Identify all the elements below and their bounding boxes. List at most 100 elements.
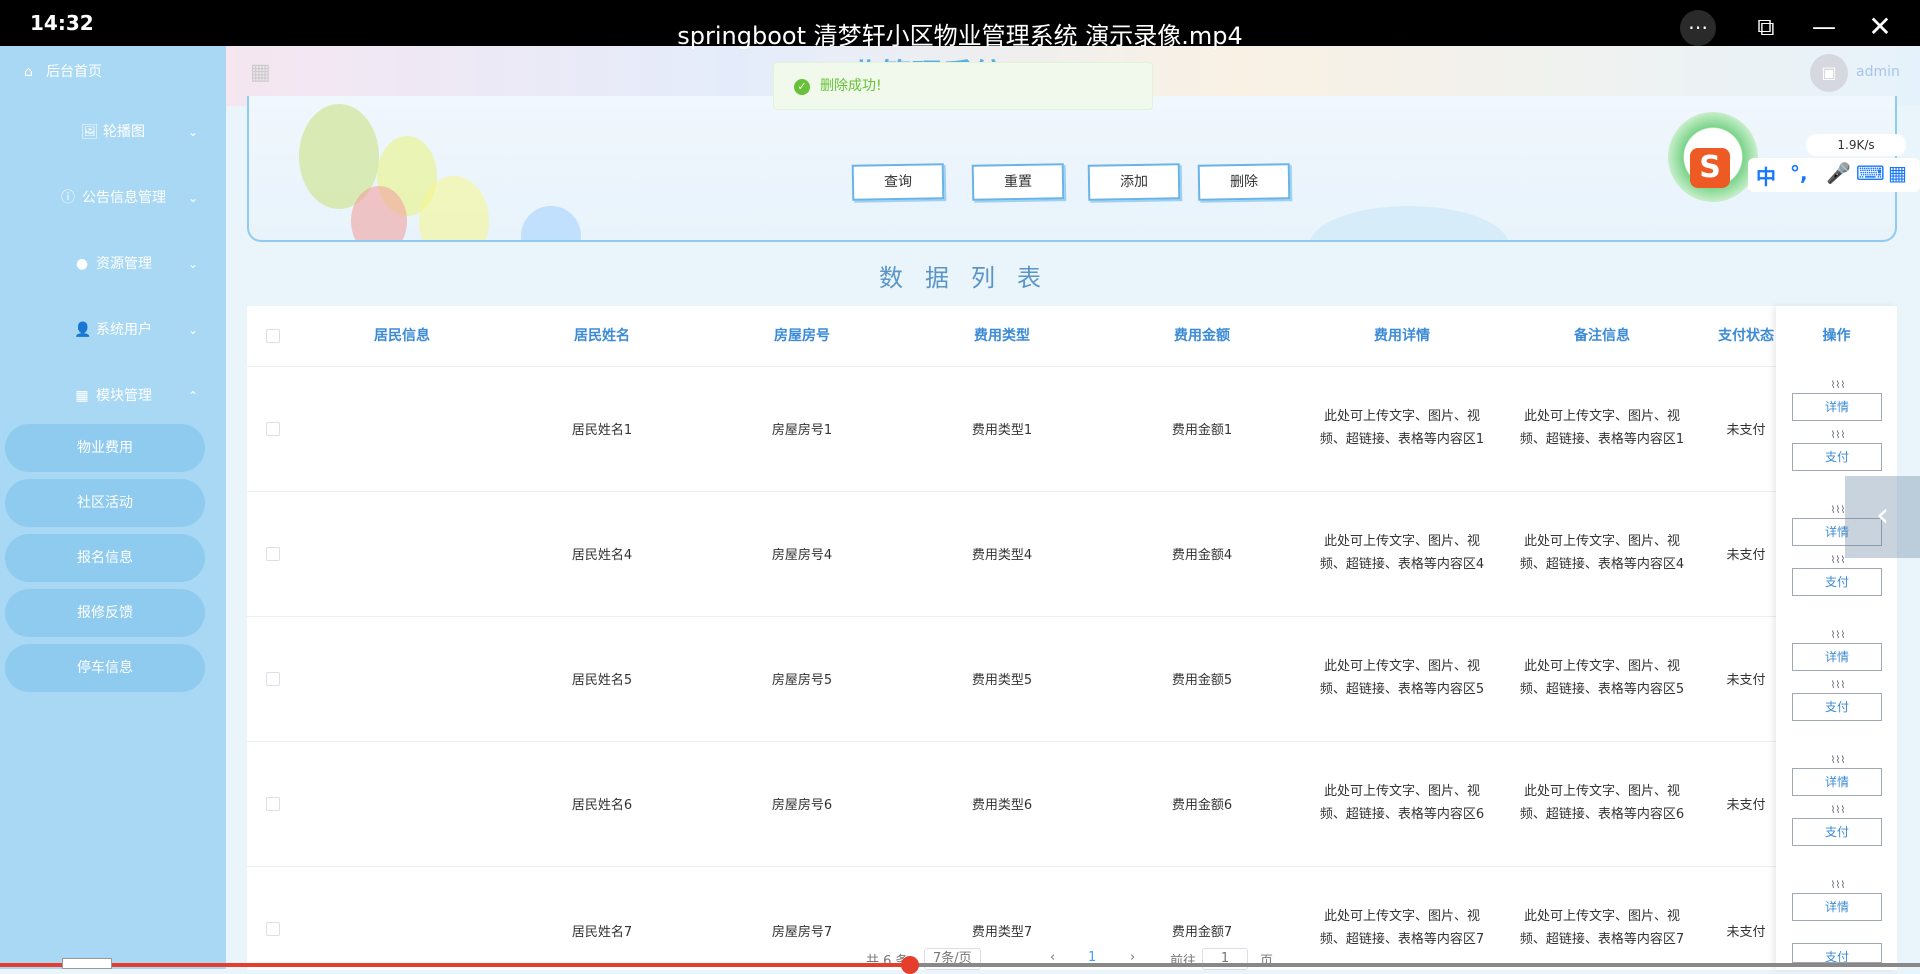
fee-amount-cell: 费用金额5 — [1171, 673, 1233, 688]
row-divider — [247, 616, 1897, 617]
player-titlebar: 14:32 springboot 清梦轩小区物业管理系统 演示录像.mp4 ⋯ … — [0, 0, 1920, 50]
column-header: 费用金额 — [1174, 328, 1230, 344]
resident-name-cell: 居民姓名7 — [571, 925, 633, 940]
column-header: 操作 — [1822, 328, 1851, 344]
admin-username[interactable]: admin — [1856, 64, 1900, 80]
chevron-down-icon: ⌄ — [187, 191, 198, 205]
sidebar-subitem-parking[interactable]: 停车信息 — [5, 644, 205, 692]
keyboard-icon[interactable]: ⌨ — [1856, 161, 1885, 185]
sidebar-subitem-repair-feedback[interactable]: 报修反馈 — [5, 589, 205, 637]
fee-type-cell: 费用类型1 — [971, 423, 1033, 438]
sidebar-item-carousel[interactable]: 🖼 轮播图 ⌄ — [0, 112, 226, 152]
sidebar: ⌂ 后台首页 🖼 轮播图 ⌄ ⓘ 公告信息管理 ⌄ ● 资源管理 ⌄ 👤 系统用户 ⌄ ▦ 模块管理… — [0, 46, 226, 969]
row-divider — [247, 366, 1897, 367]
sidebar-item-notices[interactable]: ⓘ 公告信息管理 ⌄ — [0, 178, 226, 218]
row-checkbox[interactable] — [266, 547, 280, 561]
query-button[interactable]: 查询 — [851, 163, 945, 201]
ime-punctuation[interactable]: °, — [1790, 161, 1808, 185]
balloon-decoration — [521, 206, 581, 240]
sogou-logo-icon[interactable]: S — [1690, 148, 1730, 188]
picture-in-picture-icon[interactable]: ⧉ — [1748, 10, 1784, 46]
column-header: 房屋房号 — [774, 328, 830, 344]
room-number-cell: 房屋房号1 — [771, 423, 833, 438]
row-checkbox[interactable] — [266, 922, 280, 936]
pay-button[interactable]: 支付 — [1792, 818, 1882, 846]
pay-button[interactable]: 支付 — [1792, 693, 1882, 721]
video-progress-fill — [0, 963, 910, 967]
chevron-up-icon: ⌃ — [187, 389, 198, 403]
fee-detail-cell: 此处可上传文字、图片、视 频、超链接、表格等内容区4 — [1319, 534, 1485, 572]
sidebar-subitem-community-events[interactable]: 社区活动 — [5, 479, 205, 527]
check-circle-icon: ✓ — [794, 79, 810, 95]
video-progress-handle[interactable] — [901, 956, 919, 974]
success-toast: ✓ 删除成功! — [773, 62, 1153, 110]
avatar[interactable]: ▣ — [1810, 54, 1848, 92]
pay-button[interactable]: 支付 — [1792, 943, 1882, 963]
vine-decoration: ⌇⌇⌇ — [1830, 630, 1846, 641]
close-icon[interactable]: ✕ — [1862, 10, 1898, 46]
room-number-cell: 房屋房号6 — [771, 798, 833, 813]
time-tooltip — [62, 958, 112, 969]
network-speed: 1.9K/s — [1806, 134, 1906, 156]
ime-mode[interactable]: 中 — [1756, 161, 1776, 190]
payment-status-cell: 未支付 — [1726, 548, 1766, 563]
vine-decoration: ⌇⌇⌇ — [1830, 880, 1846, 891]
pay-button[interactable]: 支付 — [1792, 568, 1882, 596]
fee-detail-cell: 此处可上传文字、图片、视 频、超链接、表格等内容区5 — [1319, 659, 1485, 697]
reset-button[interactable]: 重置 — [971, 163, 1065, 201]
resident-name-cell: 居民姓名5 — [571, 673, 633, 688]
delete-button[interactable]: 删除 — [1197, 163, 1291, 201]
detail-button[interactable]: 详情 — [1792, 768, 1882, 796]
chevron-left-icon[interactable]: ‹ — [1845, 476, 1920, 558]
sidebar-subitem-registrations[interactable]: 报名信息 — [5, 534, 205, 582]
resident-name-cell: 居民姓名4 — [571, 548, 633, 563]
row-checkbox[interactable] — [266, 672, 280, 686]
fee-type-cell: 费用类型6 — [971, 798, 1033, 813]
sidebar-item-users[interactable]: 👤 系统用户 ⌄ — [0, 310, 226, 350]
vine-decoration: ⌇⌇⌇ — [1830, 430, 1846, 441]
column-header: 支付状态 — [1718, 328, 1774, 344]
vine-decoration: ⌇⌇⌇ — [1830, 555, 1846, 566]
apps-icon[interactable]: ▦ — [1888, 161, 1907, 185]
vine-decoration: ⌇⌇⌇ — [1830, 805, 1846, 816]
remark-cell: 此处可上传文字、图片、视 频、超链接、表格等内容区5 — [1519, 659, 1685, 697]
fee-type-cell: 费用类型4 — [971, 548, 1033, 563]
chevron-down-icon: ⌄ — [187, 125, 198, 139]
detail-button[interactable]: 详情 — [1792, 643, 1882, 671]
fee-type-cell: 费用类型5 — [971, 673, 1033, 688]
sidebar-item-home[interactable]: ⌂ 后台首页 — [0, 52, 226, 92]
room-number-cell: 房屋房号7 — [771, 925, 833, 940]
detail-button[interactable]: 详情 — [1792, 893, 1882, 921]
room-number-cell: 房屋房号5 — [771, 673, 833, 688]
row-divider — [247, 491, 1897, 492]
pay-button[interactable]: 支付 — [1792, 443, 1882, 471]
add-button[interactable]: 添加 — [1087, 163, 1181, 201]
sidebar-item-modules[interactable]: ▦ 模块管理 ⌃ — [0, 376, 226, 416]
vine-decoration: ⌇⌇⌇ — [1830, 380, 1846, 391]
minimize-icon[interactable]: — — [1806, 10, 1842, 46]
fee-detail-cell: 此处可上传文字、图片、视 频、超链接、表格等内容区7 — [1319, 909, 1485, 947]
cloud-decoration — [1309, 206, 1509, 240]
more-icon[interactable]: ⋯ — [1680, 10, 1716, 46]
remark-cell: 此处可上传文字、图片、视 频、超链接、表格等内容区7 — [1519, 909, 1685, 947]
image-icon: 🖼 — [81, 124, 99, 140]
sidebar-subitem-property-fees[interactable]: 物业费用 — [5, 424, 205, 472]
vine-decoration: ⌇⌇⌇ — [1830, 755, 1846, 766]
row-checkbox[interactable] — [266, 797, 280, 811]
payment-status-cell: 未支付 — [1726, 798, 1766, 813]
ime-strip: 中 °, 🎤 ⌨ ▦ — [1748, 158, 1920, 192]
fee-amount-cell: 费用金额4 — [1171, 548, 1233, 563]
detail-button[interactable]: 详情 — [1792, 393, 1882, 421]
fee-detail-cell: 此处可上传文字、图片、视 频、超链接、表格等内容区1 — [1319, 409, 1485, 447]
menu-toggle-icon[interactable]: ▦ — [250, 60, 271, 85]
remark-cell: 此处可上传文字、图片、视 频、超链接、表格等内容区1 — [1519, 409, 1685, 447]
info-icon: ⓘ — [61, 190, 75, 206]
microphone-icon[interactable]: 🎤 — [1826, 161, 1851, 185]
resident-name-cell: 居民姓名1 — [571, 423, 633, 438]
row-checkbox[interactable] — [266, 422, 280, 436]
row-divider — [247, 741, 1897, 742]
remark-cell: 此处可上传文字、图片、视 频、超链接、表格等内容区4 — [1519, 534, 1685, 572]
select-all-checkbox[interactable] — [266, 329, 280, 343]
column-header: 费用详情 — [1374, 328, 1430, 344]
fee-amount-cell: 费用金额1 — [1171, 423, 1233, 438]
